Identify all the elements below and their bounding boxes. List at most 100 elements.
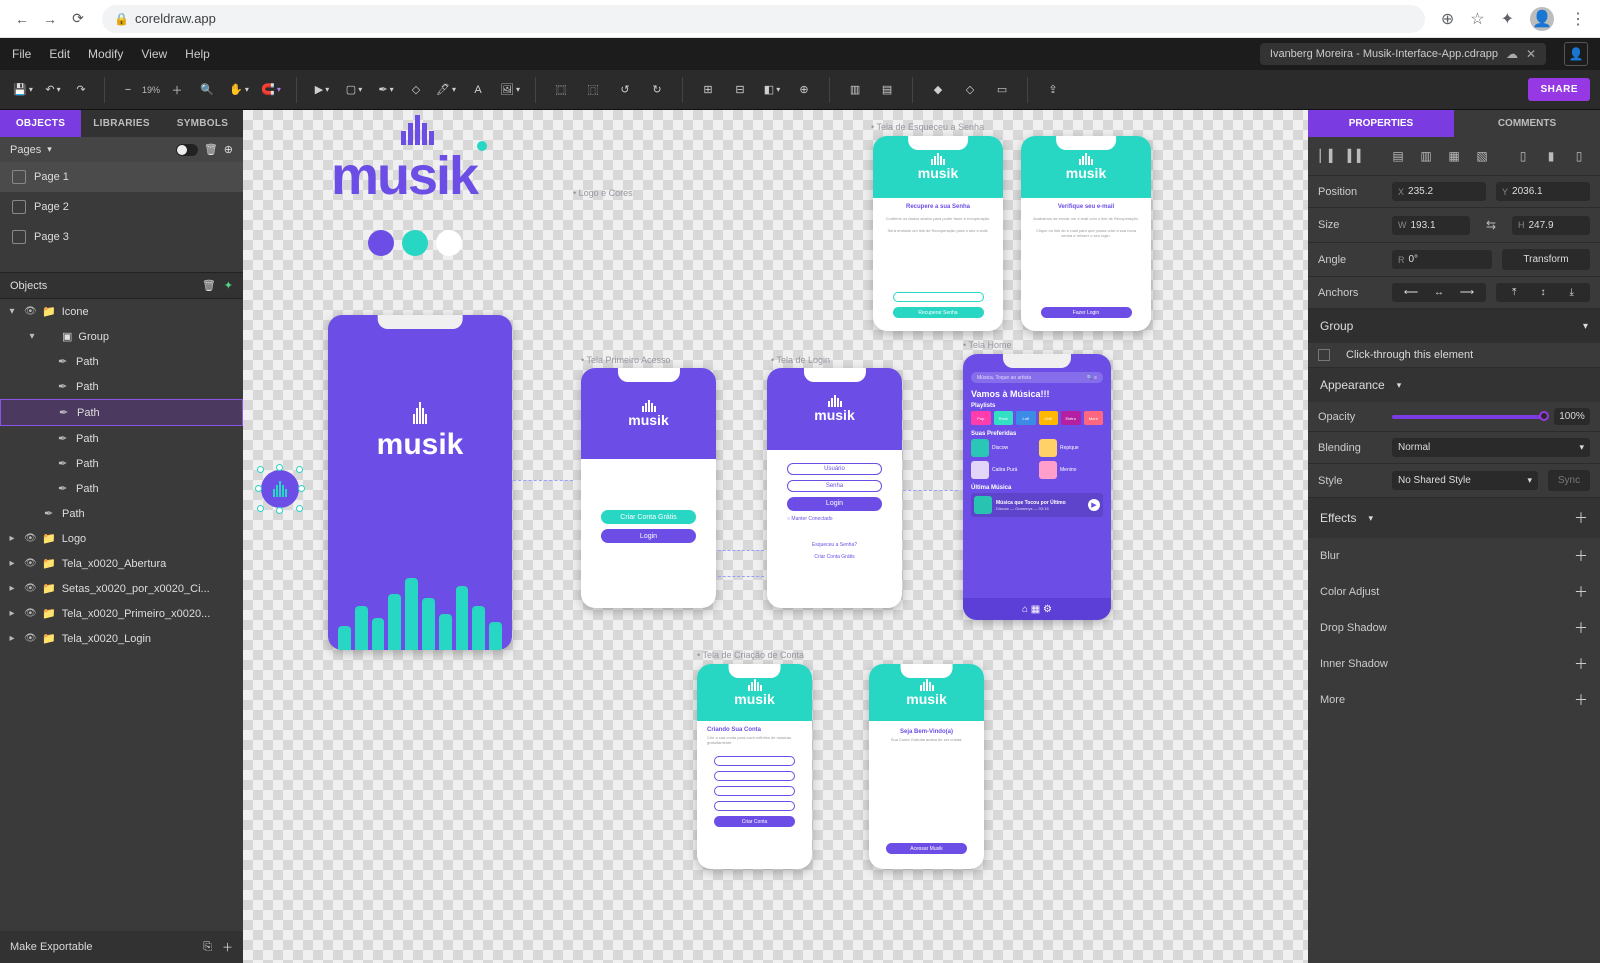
objects-delete-icon[interactable]: 🗑 <box>202 279 216 292</box>
rotate-ccw-icon[interactable]: ↺ <box>612 77 638 103</box>
align-left-icon[interactable]: ▏▍ <box>1318 145 1340 167</box>
rotate-cw-icon[interactable]: ↻ <box>644 77 670 103</box>
align-v2-icon[interactable]: ▮ <box>1540 145 1562 167</box>
layer-row[interactable]: ▾▣Group <box>0 324 243 349</box>
position-x-field[interactable]: X235.2 <box>1392 182 1486 201</box>
layer-row[interactable]: ✒Path <box>0 349 243 374</box>
send-front-icon[interactable]: ▤ <box>874 77 900 103</box>
menu-edit[interactable]: Edit <box>49 47 70 61</box>
save-icon[interactable]: 💾▾ <box>10 77 36 103</box>
group-icon[interactable]: ⿴ <box>548 77 574 103</box>
document-tab[interactable]: Ivanberg Moreira - Musik-Interface-App.c… <box>1260 43 1546 65</box>
size-h-field[interactable]: H247.9 <box>1512 216 1590 235</box>
align-h2-icon[interactable]: ▥ <box>1415 145 1437 167</box>
pages-add-icon[interactable]: ⊕ <box>224 143 233 156</box>
layer-row-selected[interactable]: ✒Path <box>0 399 243 426</box>
align-v1-icon[interactable]: ▯ <box>1512 145 1534 167</box>
page-item-1[interactable]: Page 1 <box>0 162 243 192</box>
zoom-in-icon[interactable]: ＋ <box>166 77 188 103</box>
export-add-icon[interactable]: ＋ <box>222 939 233 955</box>
snap-icon[interactable]: 🧲▾ <box>258 77 284 103</box>
menu-modify[interactable]: Modify <box>88 47 123 61</box>
back-icon[interactable]: ← <box>8 5 36 33</box>
style-select[interactable]: No Shared Style▾ <box>1392 471 1538 490</box>
align-h1-icon[interactable]: ▤ <box>1387 145 1409 167</box>
reload-icon[interactable]: ⟳ <box>64 5 92 33</box>
clickthrough-checkbox[interactable] <box>1318 349 1330 361</box>
share-button[interactable]: SHARE <box>1528 78 1590 101</box>
send-back-icon[interactable]: ▥ <box>842 77 868 103</box>
align-tool-icon[interactable]: ⊞ <box>695 77 721 103</box>
effect-row[interactable]: Blur＋ <box>1308 538 1600 574</box>
image-tool-icon[interactable]: 🖼▾ <box>497 77 523 103</box>
extensions-icon[interactable]: ✦ <box>1501 9 1514 29</box>
blending-select[interactable]: Normal▾ <box>1392 438 1590 457</box>
pathfinder-icon[interactable]: ⊕ <box>791 77 817 103</box>
pen-tool-icon[interactable]: ✒▾ <box>373 77 399 103</box>
sync-button[interactable]: Sync <box>1548 470 1590 491</box>
size-w-field[interactable]: W193.1 <box>1392 216 1470 235</box>
opacity-value[interactable]: 100% <box>1554 408 1590 425</box>
layer-row[interactable]: ✒Path <box>0 374 243 399</box>
opacity-slider[interactable] <box>1392 415 1544 419</box>
component-icon[interactable]: ◆ <box>925 77 951 103</box>
zoom-tool-icon[interactable]: 🔍 <box>194 77 220 103</box>
page-item-3[interactable]: Page 3 <box>0 222 243 252</box>
layer-row[interactable]: ✒Path <box>0 451 243 476</box>
address-bar[interactable]: 🔒 coreldraw.app <box>102 5 1425 33</box>
tab-properties[interactable]: PROPERTIES <box>1308 110 1454 137</box>
pick-tool-icon[interactable]: ▶▾ <box>309 77 335 103</box>
ungroup-icon[interactable]: ⿵ <box>580 77 606 103</box>
undo-icon[interactable]: ↶▾ <box>42 77 64 103</box>
text-tool-icon[interactable]: A <box>465 77 491 103</box>
type-select[interactable]: Group▾ <box>1308 309 1600 343</box>
layer-row[interactable]: ✒Path <box>0 426 243 451</box>
page-item-2[interactable]: Page 2 <box>0 192 243 222</box>
pages-delete-icon[interactable]: 🗑 <box>204 143 218 156</box>
pages-toggle[interactable] <box>176 144 198 156</box>
export-settings-icon[interactable]: ⎘ <box>203 941 212 954</box>
menu-view[interactable]: View <box>141 47 167 61</box>
effects-header[interactable]: Effects▾＋ <box>1308 498 1600 538</box>
layer-row[interactable]: ▾👁📁Icone <box>0 299 243 324</box>
layer-row[interactable]: ▸👁📁Tela_x0020_Primeiro_x0020... <box>0 601 243 626</box>
distribute-icon[interactable]: ⊟ <box>727 77 753 103</box>
menu-help[interactable]: Help <box>185 47 210 61</box>
export-icon[interactable]: ⇪ <box>1040 77 1066 103</box>
canvas[interactable]: musik • Logo e Cores musik <box>243 110 1308 963</box>
node-icon[interactable]: ◇ <box>405 77 427 103</box>
layer-row[interactable]: ▸👁📁Logo <box>0 526 243 551</box>
effect-row[interactable]: Color Adjust＋ <box>1308 574 1600 610</box>
tab-symbols[interactable]: SYMBOLS <box>162 110 243 137</box>
brush-tool-icon[interactable]: 🖊▾ <box>433 77 459 103</box>
tab-libraries[interactable]: LIBRARIES <box>81 110 162 137</box>
angle-field[interactable]: R0° <box>1392 250 1492 269</box>
menu-file[interactable]: File <box>12 47 31 61</box>
add-tab-icon[interactable]: ⊕ <box>1441 9 1454 29</box>
anchors-h[interactable]: ⟵↔⟶ <box>1392 283 1486 302</box>
layer-row[interactable]: ✒Path <box>0 501 243 526</box>
align-v3-icon[interactable]: ▯ <box>1568 145 1590 167</box>
kebab-icon[interactable]: ⋮ <box>1570 9 1586 29</box>
effect-row[interactable]: Inner Shadow＋ <box>1308 646 1600 682</box>
effect-row[interactable]: More＋ <box>1308 682 1600 718</box>
layer-row[interactable]: ▸👁📁Setas_x0020_por_x0020_Ci... <box>0 576 243 601</box>
shape-tool-icon[interactable]: ▢▾ <box>341 77 367 103</box>
forward-icon[interactable]: → <box>36 5 64 33</box>
add-effect-icon[interactable]: ＋ <box>1574 508 1588 528</box>
zoom-out-icon[interactable]: − <box>117 77 139 103</box>
layer-row[interactable]: ▸👁📁Tela_x0020_Abertura <box>0 551 243 576</box>
close-icon[interactable]: ✕ <box>1526 47 1536 61</box>
boolean-icon[interactable]: ◧▾ <box>759 77 785 103</box>
lock-aspect-icon[interactable]: ⇆ <box>1480 214 1502 236</box>
appearance-header[interactable]: Appearance▾ <box>1308 368 1600 402</box>
hand-tool-icon[interactable]: ✋▾ <box>226 77 252 103</box>
tab-comments[interactable]: COMMENTS <box>1454 110 1600 137</box>
position-y-field[interactable]: Y2036.1 <box>1496 182 1590 201</box>
layer-row[interactable]: ✒Path <box>0 476 243 501</box>
frame-icon[interactable]: ▭ <box>989 77 1015 103</box>
transform-button[interactable]: Transform <box>1502 249 1590 270</box>
detach-icon[interactable]: ◇ <box>957 77 983 103</box>
align-h3-icon[interactable]: ▦ <box>1443 145 1465 167</box>
account-icon[interactable]: 👤 <box>1530 7 1554 31</box>
